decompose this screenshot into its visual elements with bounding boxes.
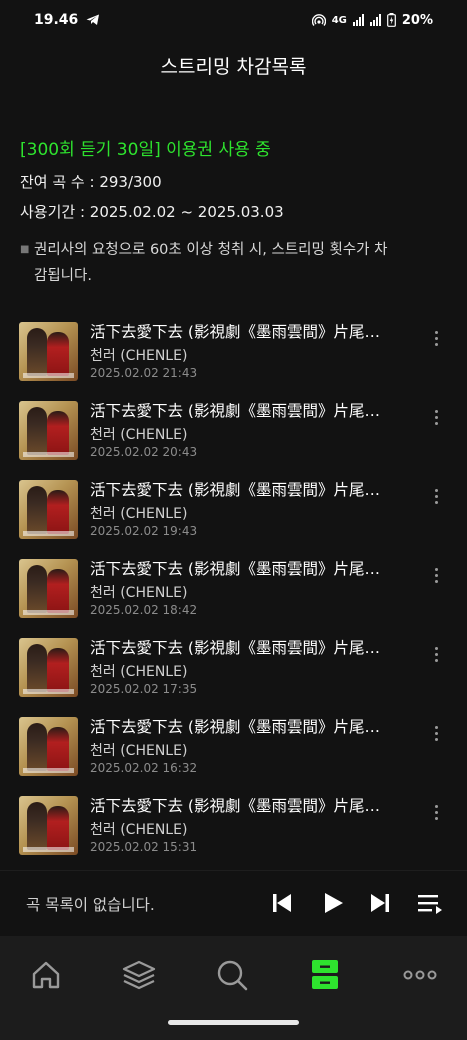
next-icon[interactable] [366, 889, 394, 917]
status-time: 19.46 [34, 12, 79, 28]
album-art [19, 638, 78, 697]
telegram-icon [86, 14, 100, 25]
track-row[interactable]: 活下去愛下去 (影視劇《墨雨雲間》片尾… 천러 (CHENLE) 2025.02… [0, 713, 467, 792]
track-list: 活下去愛下去 (影視劇《墨雨雲間》片尾… 천러 (CHENLE) 2025.02… [0, 318, 467, 871]
album-art [19, 401, 78, 460]
pass-status: [300회 듣기 30일] 이용권 사용 중 [20, 140, 271, 160]
notice-line-1: 권리사의 요청으로 60초 이상 청취 시, 스트리밍 횟수가 차 [34, 242, 388, 258]
track-artist: 천러 (CHENLE) [90, 506, 188, 522]
track-date: 2025.02.02 20:43 [90, 445, 198, 459]
album-art [19, 717, 78, 776]
album-art [19, 796, 78, 855]
status-bar: 19.46 4G 20% [0, 0, 467, 40]
track-row[interactable]: 活下去愛下去 (影視劇《墨雨雲間》片尾… 천러 (CHENLE) 2025.02… [0, 318, 467, 397]
track-title: 活下去愛下去 (影視劇《墨雨雲間》片尾… [90, 797, 380, 815]
track-date: 2025.02.02 21:43 [90, 366, 198, 380]
more-options-icon[interactable] [430, 328, 442, 348]
track-date: 2025.02.02 18:42 [90, 603, 198, 617]
track-title: 活下去愛下去 (影視劇《墨雨雲間》片尾… [90, 481, 380, 499]
home-icon[interactable] [28, 958, 64, 992]
track-row[interactable]: 活下去愛下去 (影視劇《墨雨雲間》片尾… 천러 (CHENLE) 2025.02… [0, 555, 467, 634]
track-title: 活下去愛下去 (影視劇《墨雨雲間》片尾… [90, 323, 380, 341]
track-date: 2025.02.02 15:31 [90, 840, 198, 854]
track-artist: 천러 (CHENLE) [90, 664, 188, 680]
usage-period: 사용기간 : 2025.02.02 ~ 2025.03.03 [20, 203, 284, 221]
signal-2-icon [369, 14, 381, 26]
notice-line-2: 감됩니다. [34, 268, 92, 284]
battery-level: 20% [401, 12, 433, 28]
bullet-icon: ■ [20, 244, 30, 255]
more-options-icon[interactable] [430, 407, 442, 427]
track-row[interactable]: 活下去愛下去 (影視劇《墨雨雲間》片尾… 천러 (CHENLE) 2025.02… [0, 397, 467, 476]
playlist-empty-message: 곡 목록이 없습니다. [26, 896, 155, 914]
more-options-icon[interactable] [430, 644, 442, 664]
track-artist: 천러 (CHENLE) [90, 585, 188, 601]
playlist-icon[interactable] [416, 889, 444, 917]
track-date: 2025.02.02 17:35 [90, 682, 198, 696]
storage-icon[interactable] [307, 958, 343, 992]
track-row[interactable]: 活下去愛下去 (影視劇《墨雨雲間》片尾… 천러 (CHENLE) 2025.02… [0, 792, 467, 871]
track-title: 活下去愛下去 (影視劇《墨雨雲間》片尾… [90, 718, 380, 736]
more-options-icon[interactable] [430, 565, 442, 585]
previous-icon[interactable] [268, 889, 296, 917]
track-row[interactable]: 活下去愛下去 (影視劇《墨雨雲間》片尾… 천러 (CHENLE) 2025.02… [0, 476, 467, 555]
play-icon[interactable] [319, 889, 347, 917]
track-date: 2025.02.02 16:32 [90, 761, 198, 775]
pass-info: [300회 듣기 30일] 이용권 사용 중 잔여 곡 수 : 293/300 … [20, 135, 450, 289]
hotspot-icon [311, 14, 326, 26]
battery-icon [386, 13, 396, 27]
notice: ■ 권리사의 요청으로 60초 이상 청취 시, 스트리밍 횟수가 차 감됩니다… [20, 237, 450, 289]
more-options-icon[interactable] [430, 802, 442, 822]
search-icon[interactable] [214, 958, 250, 992]
track-date: 2025.02.02 19:43 [90, 524, 198, 538]
more-options-icon[interactable] [430, 723, 442, 743]
gesture-bar[interactable] [168, 1020, 299, 1025]
album-art [19, 559, 78, 618]
more-icon[interactable] [402, 958, 438, 992]
library-icon[interactable] [121, 958, 157, 992]
bottom-navigation [0, 936, 467, 1040]
album-art [19, 322, 78, 381]
remaining-count: 잔여 곡 수 : 293/300 [20, 173, 162, 191]
track-title: 活下去愛下去 (影視劇《墨雨雲間》片尾… [90, 560, 380, 578]
track-title: 活下去愛下去 (影視劇《墨雨雲間》片尾… [90, 639, 380, 657]
track-artist: 천러 (CHENLE) [90, 348, 188, 364]
track-artist: 천러 (CHENLE) [90, 427, 188, 443]
album-art [19, 480, 78, 539]
signal-icon [352, 14, 364, 26]
track-artist: 천러 (CHENLE) [90, 822, 188, 838]
more-options-icon[interactable] [430, 486, 442, 506]
track-title: 活下去愛下去 (影視劇《墨雨雲間》片尾… [90, 402, 380, 420]
mini-player: 곡 목록이 없습니다. [0, 870, 467, 936]
track-row[interactable]: 活下去愛下去 (影視劇《墨雨雲間》片尾… 천러 (CHENLE) 2025.02… [0, 634, 467, 713]
network-label: 4G [331, 14, 347, 26]
track-artist: 천러 (CHENLE) [90, 743, 188, 759]
page-title: 스트리밍 차감목록 [160, 56, 307, 78]
